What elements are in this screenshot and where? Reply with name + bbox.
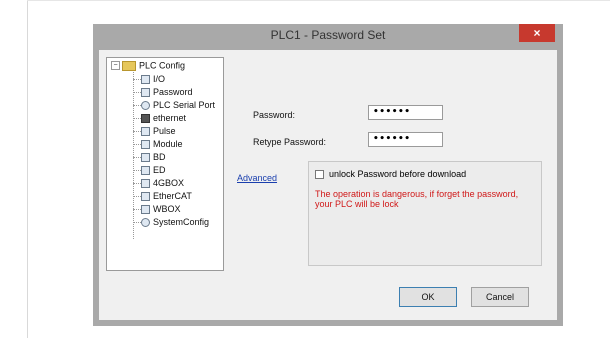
system-config-icon xyxy=(141,218,150,228)
tree-item-plc-serial-port[interactable]: PLC Serial Port xyxy=(133,100,215,111)
wbox-icon xyxy=(141,205,150,215)
tree-item-label: BD xyxy=(153,152,166,163)
ethercat-icon xyxy=(141,192,150,202)
dialog-title: PLC1 - Password Set xyxy=(270,28,386,42)
tree-item-label: Password xyxy=(153,87,193,98)
ok-button[interactable]: OK xyxy=(399,287,457,307)
advanced-link[interactable]: Advanced xyxy=(237,173,277,183)
tree-item-bd[interactable]: BD xyxy=(133,152,166,163)
tree-item-system-config[interactable]: SystemConfig xyxy=(133,217,209,228)
tree-item-io[interactable]: I/O xyxy=(133,74,165,85)
tree-root-plc-config[interactable]: − PLC Config xyxy=(111,60,185,72)
bd-icon xyxy=(141,153,150,163)
tree-item-label: ED xyxy=(153,165,166,176)
tree-item-ethernet[interactable]: ethernet xyxy=(133,113,186,124)
serial-port-icon xyxy=(141,101,150,111)
tree-item-label: Pulse xyxy=(153,126,176,137)
tree-item-module[interactable]: Module xyxy=(133,139,183,150)
close-button[interactable]: × xyxy=(519,24,555,42)
password-field[interactable]: •••••• xyxy=(368,105,443,120)
cancel-button[interactable]: Cancel xyxy=(471,287,529,307)
page-frame-top xyxy=(27,0,610,1)
ethernet-icon xyxy=(141,114,150,124)
tree-item-ethercat[interactable]: EtherCAT xyxy=(133,191,192,202)
config-tree: − PLC Config I/O Password PLC Serial Port… xyxy=(106,57,224,271)
retype-password-label: Retype Password: xyxy=(253,137,327,147)
module-icon xyxy=(141,140,150,150)
tree-item-label: WBOX xyxy=(153,204,181,215)
4gbox-icon xyxy=(141,179,150,189)
tree-item-label: Module xyxy=(153,139,183,150)
dialog-client-area: − PLC Config I/O Password PLC Serial Port… xyxy=(99,50,557,320)
io-icon xyxy=(141,75,150,85)
tree-item-label: I/O xyxy=(153,74,166,85)
unlock-password-label[interactable]: unlock Password before download xyxy=(329,169,466,179)
tree-item-label: PLC Serial Port xyxy=(153,100,216,111)
tree-item-password[interactable]: Password xyxy=(133,87,193,98)
tree-item-label: 4GBOX xyxy=(153,178,185,189)
warning-message: The operation is dangerous, if forget th… xyxy=(315,189,519,209)
password-dialog: PLC1 - Password Set × − PLC Config I/O Pa… xyxy=(93,24,563,326)
page-frame-left xyxy=(27,0,28,338)
tree-root-label: PLC Config xyxy=(139,60,186,71)
tree-item-label: SystemConfig xyxy=(153,217,210,228)
tree-item-4gbox[interactable]: 4GBOX xyxy=(133,178,184,189)
pulse-icon xyxy=(141,127,150,137)
password-label: Password: xyxy=(253,110,296,120)
tree-item-ed[interactable]: ED xyxy=(133,165,166,176)
collapse-icon[interactable]: − xyxy=(111,61,120,71)
unlock-password-checkbox[interactable] xyxy=(315,170,324,179)
ed-icon xyxy=(141,166,150,176)
password-icon xyxy=(141,88,150,98)
tree-item-label: EtherCAT xyxy=(153,191,192,202)
retype-password-field[interactable]: •••••• xyxy=(368,132,443,147)
tree-item-wbox[interactable]: WBOX xyxy=(133,204,181,215)
tree-item-pulse[interactable]: Pulse xyxy=(133,126,176,137)
tree-item-label: ethernet xyxy=(153,113,187,124)
advanced-options-group: unlock Password before download The oper… xyxy=(308,161,542,266)
folder-icon xyxy=(122,60,136,71)
